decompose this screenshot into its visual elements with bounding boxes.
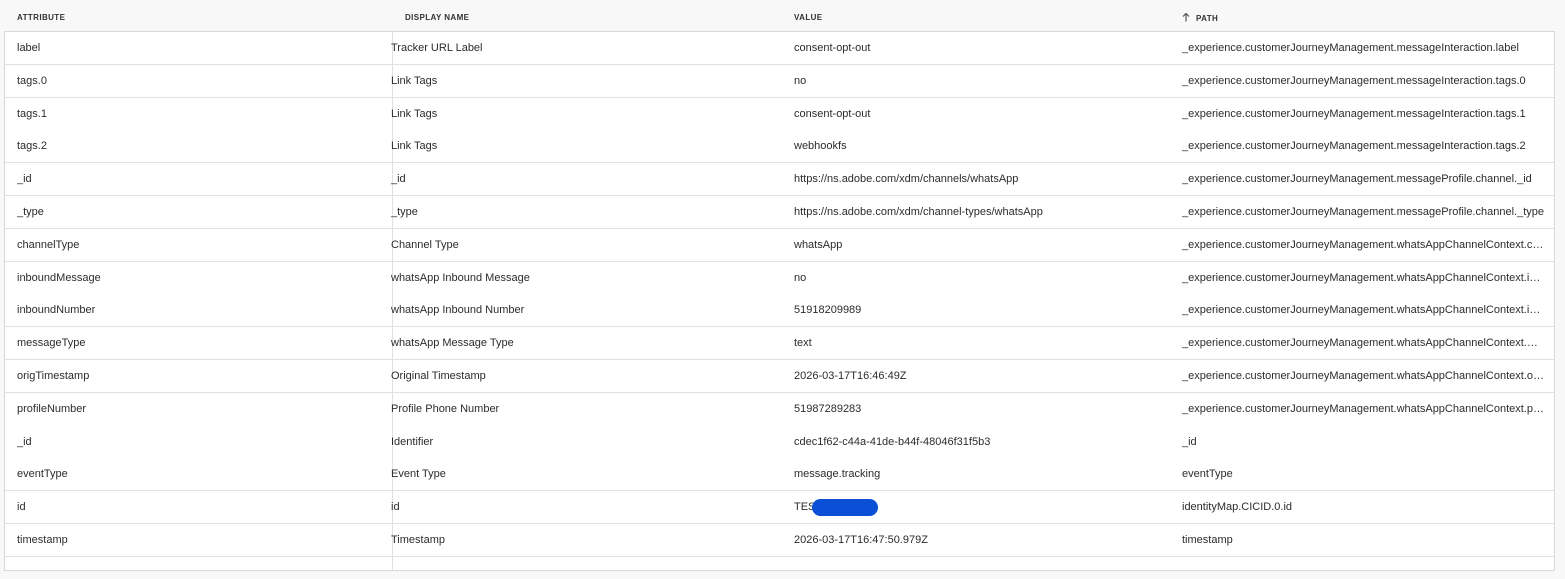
cell-path: _id [1182, 436, 1197, 448]
cell-value: no [794, 272, 807, 284]
cell-attribute: timestamp [17, 534, 68, 546]
cell-attribute: origTimestamp [17, 370, 90, 382]
cell-display-name: Tracker URL Label [391, 42, 483, 54]
column-header-path-label: PATH [1196, 14, 1219, 23]
cell-path: _experience.customerJourneyManagement.me… [1182, 42, 1519, 54]
cell-display-name: whatsApp Message Type [391, 337, 514, 349]
table-row[interactable]: tags.1 Link Tags consent-opt-out _experienc… [5, 98, 1554, 131]
cell-path: eventType [1182, 468, 1233, 480]
cell-value: 2026-03-17T16:46:49Z [794, 370, 907, 382]
cell-value: 2026-03-17T16:47:50.979Z [794, 534, 928, 546]
table-row[interactable]: inboundMessage whatsApp Inbound Message no… [5, 262, 1554, 295]
cell-display-name: _id [391, 173, 406, 185]
table-row[interactable]: inboundNumber whatsApp Inbound Number 5191… [5, 294, 1554, 327]
cell-attribute: tags.0 [17, 75, 47, 87]
cell-display-name: Timestamp [391, 534, 445, 546]
cell-path: _experience.customerJourneyManagement.wh… [1182, 403, 1545, 415]
table-row[interactable]: eventType Event Type message.tracking event… [5, 458, 1554, 491]
table-row[interactable]: origTimestamp Original Timestamp 2026-03-1… [5, 360, 1554, 393]
cell-value: consent-opt-out [794, 108, 871, 120]
cell-value: no [794, 75, 807, 87]
cell-attribute: id [17, 501, 26, 513]
table-row[interactable]: messageType whatsApp Message Type text _exp… [5, 327, 1554, 360]
table-header: ATTRIBUTE DISPLAY NAME VALUE PATH [0, 0, 1565, 32]
cell-attribute: _type [17, 206, 44, 218]
cell-display-name: Event Type [391, 468, 446, 480]
table-row[interactable]: _type _type https://ns.adobe.com/xdm/chann… [5, 196, 1554, 229]
attributes-table-view: ATTRIBUTE DISPLAY NAME VALUE PATH label T… [0, 0, 1565, 579]
cell-display-name: Channel Type [391, 239, 459, 251]
cell-display-name: whatsApp Inbound Number [391, 304, 525, 316]
cell-path: _experience.customerJourneyManagement.wh… [1182, 272, 1545, 284]
column-header-value[interactable]: VALUE [794, 13, 823, 22]
cell-path: identityMap.CICID.0.id [1182, 501, 1293, 513]
table-body: label Tracker URL Label consent-opt-out _ex… [4, 31, 1555, 571]
cell-value: cdec1f62-c44a-41de-b44f-48046f31f5b3 [794, 436, 991, 448]
cell-attribute: _id [17, 436, 32, 448]
cell-display-name: whatsApp Inbound Message [391, 272, 530, 284]
cell-display-name: Link Tags [391, 108, 438, 120]
cell-path: _experience.customerJourneyManagement.wh… [1182, 370, 1545, 382]
cell-path: _experience.customerJourneyManagement.me… [1182, 75, 1526, 87]
table-row[interactable]: _id _id https://ns.adobe.com/xdm/channels/… [5, 163, 1554, 196]
cell-value: whatsApp [794, 239, 843, 251]
redaction-mark [812, 499, 878, 516]
cell-path: _experience.customerJourneyManagement.wh… [1182, 239, 1545, 251]
cell-value: consent-opt-out [794, 42, 871, 54]
cell-value: https://ns.adobe.com/xdm/channels/whatsA… [794, 173, 1019, 185]
cell-path: _experience.customerJourneyManagement.me… [1182, 140, 1526, 152]
cell-display-name: id [391, 501, 400, 513]
cell-display-name: Link Tags [391, 75, 438, 87]
cell-value: webhookfs [794, 140, 847, 152]
cell-attribute: tags.1 [17, 108, 47, 120]
cell-attribute: inboundNumber [17, 304, 96, 316]
cell-attribute: channelType [17, 239, 80, 251]
column-header-path[interactable]: PATH [1182, 13, 1218, 23]
cell-value: 51987289283 [794, 403, 862, 415]
cell-path: _experience.customerJourneyManagement.me… [1182, 108, 1526, 120]
table-row[interactable]: _id Identifier cdec1f62-c44a-41de-b44f-480… [5, 426, 1554, 459]
table-row[interactable]: label Tracker URL Label consent-opt-out _ex… [5, 32, 1554, 65]
table-row[interactable]: tags.0 Link Tags no _experience.customerJou… [5, 65, 1554, 98]
cell-value: https://ns.adobe.com/xdm/channel-types/w… [794, 206, 1043, 218]
column-header-attribute[interactable]: ATTRIBUTE [17, 13, 65, 22]
cell-display-name: _type [391, 206, 418, 218]
table-row[interactable]: channelType Channel Type whatsApp _experien… [5, 229, 1554, 262]
cell-display-name: Original Timestamp [391, 370, 486, 382]
cell-display-name: Identifier [391, 436, 434, 448]
table-row[interactable]: id id TES identityMap.CICID.0.id [5, 491, 1554, 524]
arrow-up-icon[interactable] [1182, 13, 1190, 22]
cell-attribute: _id [17, 173, 32, 185]
table-row[interactable]: tags.2 Link Tags webhookfs _experience.cust… [5, 130, 1554, 163]
cell-value: message.tracking [794, 468, 881, 480]
table-row[interactable]: profileNumber Profile Phone Number 5198728… [5, 393, 1554, 426]
cell-attribute: profileNumber [17, 403, 87, 415]
cell-path: timestamp [1182, 534, 1233, 546]
cell-value: text [794, 337, 812, 349]
cell-attribute: label [17, 42, 41, 54]
table-row[interactable]: timestamp Timestamp 2026-03-17T16:47:50.97… [5, 524, 1554, 557]
cell-attribute: inboundMessage [17, 272, 101, 284]
cell-path: _experience.customerJourneyManagement.me… [1182, 206, 1544, 218]
cell-attribute: eventType [17, 468, 68, 480]
column-header-display-name[interactable]: DISPLAY NAME [405, 13, 469, 22]
cell-attribute: tags.2 [17, 140, 47, 152]
cell-display-name: Profile Phone Number [391, 403, 500, 415]
cell-path: _experience.customerJourneyManagement.wh… [1182, 337, 1545, 349]
cell-attribute: messageType [17, 337, 86, 349]
cell-display-name: Link Tags [391, 140, 438, 152]
cell-path: _experience.customerJourneyManagement.me… [1182, 173, 1532, 185]
cell-value: 51918209989 [794, 304, 862, 316]
cell-path: _experience.customerJourneyManagement.wh… [1182, 304, 1545, 316]
